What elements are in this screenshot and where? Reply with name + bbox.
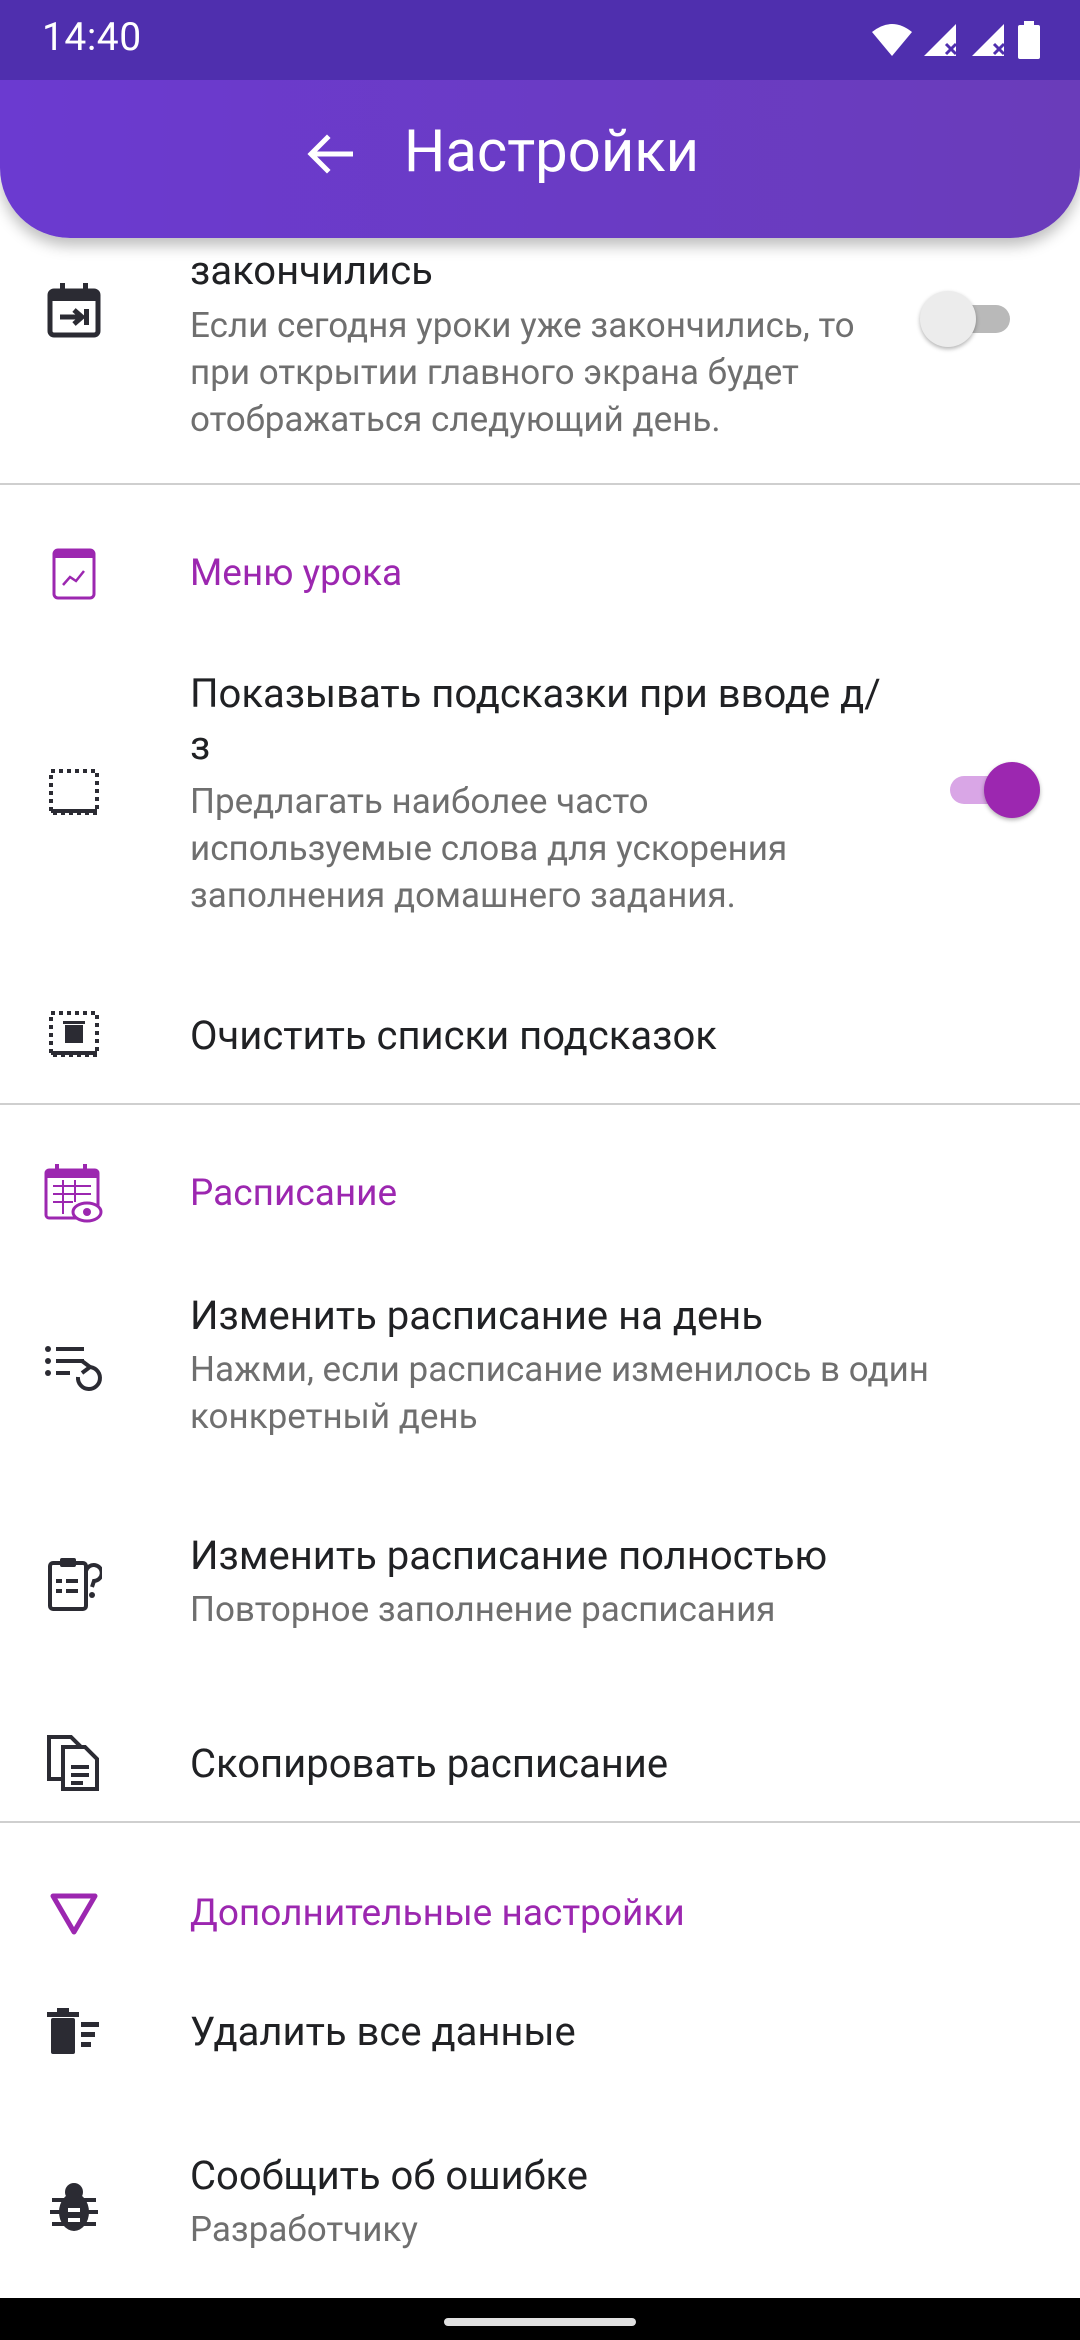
- clipboard-question-icon: [40, 1550, 108, 1618]
- copy-document-icon: [40, 1728, 108, 1796]
- arrow-back-icon: [307, 134, 353, 174]
- pref-title: Изменить расписание полностью: [190, 1532, 828, 1579]
- category-title: Дополнительные настройки: [190, 1892, 685, 1935]
- divider: [0, 1103, 1080, 1105]
- pref-title: Изменить расписание на день: [190, 1292, 763, 1339]
- show-hints-switch[interactable]: [940, 762, 1040, 818]
- app-bar: Настройки: [0, 78, 1080, 238]
- pref-clear-hints[interactable]: Очистить списки подсказок: [0, 980, 1080, 1090]
- triangle-icon: [40, 1880, 108, 1948]
- category-title: Расписание: [190, 1172, 398, 1215]
- pref-title: Скопировать расписание: [190, 1740, 669, 1787]
- back-button[interactable]: [292, 116, 368, 192]
- pref-title: Удалить все данные: [190, 2008, 576, 2055]
- clear-list-icon: [40, 1000, 108, 1068]
- pref-delete-all[interactable]: Удалить все данные: [0, 1982, 1080, 2082]
- switch-thumb: [984, 762, 1040, 818]
- pref-change-full-schedule[interactable]: Изменить расписание полностью Повторное …: [0, 1526, 1080, 1646]
- category-title: Меню урока: [190, 552, 403, 595]
- pref-report-bug[interactable]: Сообщить об ошибке Разработчику: [0, 2146, 1080, 2266]
- dashed-box-icon: [40, 758, 108, 826]
- status-time: 14:40: [42, 14, 142, 60]
- pref-summary: Если сегодня уроки уже закончились, то п…: [190, 305, 855, 440]
- cell-signal-icon-2: [972, 24, 1006, 56]
- delete-sweep-icon: [40, 1998, 108, 2066]
- bug-icon: [40, 2172, 108, 2240]
- pref-show-next-day[interactable]: закончились Если сегодня уроки уже закон…: [0, 240, 1080, 480]
- calendar-eye-icon: [40, 1160, 108, 1228]
- wifi-icon: [872, 24, 912, 56]
- category-lesson-menu: Меню урока: [0, 540, 1080, 610]
- pref-title: Очистить списки подсказок: [190, 1012, 717, 1059]
- status-bar: 14:40: [0, 0, 1080, 80]
- show-next-day-switch[interactable]: [920, 291, 1020, 347]
- status-icons: [872, 20, 1040, 60]
- pref-show-hints[interactable]: Показывать подсказки при вводе д/з Предл…: [0, 664, 1080, 924]
- pref-title: закончились: [190, 247, 433, 294]
- calendar-next-icon: [40, 276, 108, 344]
- battery-icon: [1018, 21, 1040, 59]
- divider: [0, 483, 1080, 485]
- switch-thumb: [920, 291, 976, 347]
- pref-change-day-schedule[interactable]: Изменить расписание на день Нажми, если …: [0, 1286, 1080, 1456]
- category-additional: Дополнительные настройки: [0, 1880, 1080, 1950]
- pref-summary: Разработчику: [190, 2209, 418, 2250]
- pref-summary: Нажми, если расписание изменилось в один…: [190, 1349, 929, 1437]
- pref-summary: Предлагать наиболее часто используемые с…: [190, 781, 788, 916]
- list-restore-icon: [40, 1334, 108, 1402]
- cell-signal-icon: [924, 24, 958, 56]
- settings-list[interactable]: закончились Если сегодня уроки уже закон…: [0, 0, 1080, 2340]
- page-title: Настройки: [404, 118, 700, 186]
- divider: [0, 1821, 1080, 1823]
- pref-copy-schedule[interactable]: Скопировать расписание: [0, 1712, 1080, 1822]
- pref-summary: Повторное заполнение расписания: [190, 1589, 776, 1630]
- category-schedule: Расписание: [0, 1160, 1080, 1236]
- pref-title: Сообщить об ошибке: [190, 2152, 588, 2199]
- lesson-menu-icon: [40, 540, 108, 608]
- pref-title: Показывать подсказки при вводе д/з: [190, 670, 881, 769]
